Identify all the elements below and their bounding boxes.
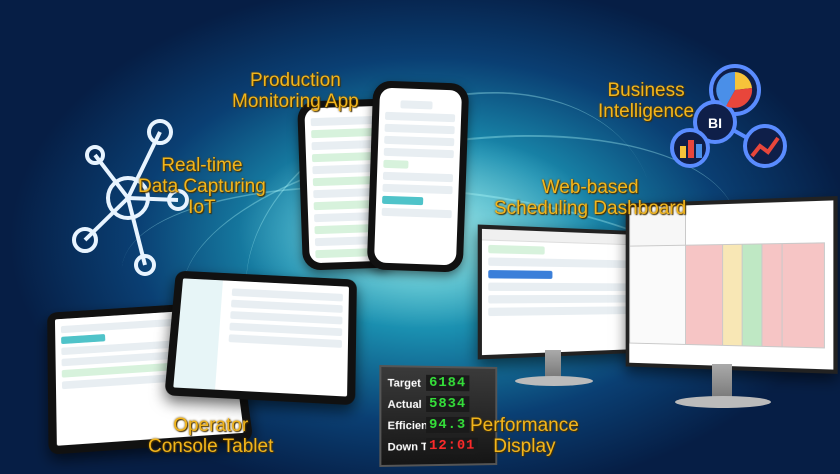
label-business-intelligence: Business Intelligence bbox=[598, 80, 695, 122]
phone-right bbox=[366, 80, 470, 273]
label-realtime-data: Real-time Data Capturing IoT bbox=[138, 155, 266, 218]
label-production-monitoring: Production Monitoring App bbox=[232, 70, 359, 112]
monitor-left bbox=[477, 224, 638, 360]
monitor-left-screen bbox=[481, 228, 635, 356]
monitor-right-stand bbox=[712, 364, 732, 400]
monitor-left-stand bbox=[545, 350, 561, 378]
monitor-left-base bbox=[515, 376, 593, 386]
board-value-efficiency: 94.3 bbox=[426, 416, 470, 434]
tablet-front-screen bbox=[173, 278, 349, 397]
tablet-front bbox=[164, 270, 357, 406]
composite-illustration: BI Target 6184 Actual 5834 Efficiency 94… bbox=[0, 0, 840, 474]
board-label-target: Target bbox=[387, 377, 421, 390]
board-label-actual: Actual bbox=[387, 398, 422, 411]
bi-badge-text: BI bbox=[708, 115, 722, 131]
monitor-right bbox=[625, 196, 838, 374]
board-value-target: 6184 bbox=[426, 374, 470, 392]
board-value-actual: 5834 bbox=[426, 395, 470, 413]
monitor-right-screen bbox=[629, 200, 834, 370]
label-operator-console: Operator Console Tablet bbox=[148, 415, 274, 457]
label-scheduling-dashboard: Web-based Scheduling Dashboard bbox=[494, 177, 687, 219]
phone-right-screen bbox=[373, 87, 463, 266]
label-performance-display: Performance Display bbox=[470, 415, 579, 457]
monitor-right-base bbox=[675, 396, 771, 408]
